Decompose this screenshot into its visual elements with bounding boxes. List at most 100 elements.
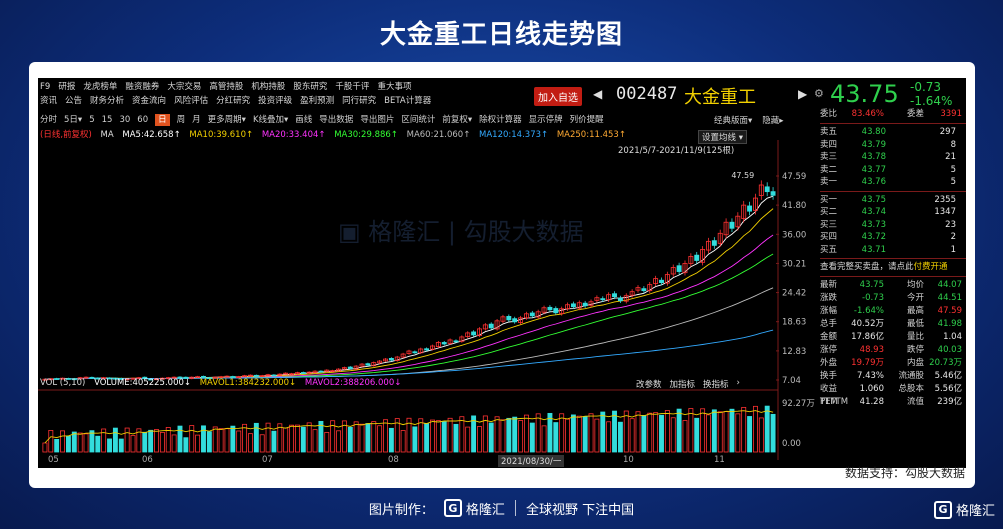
period-tab-3[interactable]: 15 — [102, 114, 113, 126]
bid-label-3: 买四 — [820, 232, 838, 242]
nav-item-row2-1[interactable]: 公告 — [65, 94, 82, 108]
footer-slogan: 全球视野 下注中国 — [525, 502, 635, 518]
period-tab-6[interactable]: 日 — [155, 114, 170, 126]
candle-body-47 — [318, 370, 324, 373]
bid-row-3: 买四 43.72 2 — [820, 231, 966, 244]
period-tab-17[interactable]: 显示停牌 — [529, 114, 563, 126]
vol-bar-115 — [717, 411, 723, 453]
period-tab-16[interactable]: 除权计算器 — [479, 114, 522, 126]
stat-row-2: 涨幅 -1.64% 最高 47.59 — [820, 305, 966, 318]
period-tab-15[interactable]: 前复权▾ — [442, 114, 472, 126]
period-tab-9[interactable]: 更多周期▾ — [208, 114, 246, 126]
vol-bar-24 — [183, 437, 189, 453]
period-tab-8[interactable]: 月 — [192, 114, 201, 126]
x-tick-4: 2021/08/30/一 — [498, 455, 565, 467]
stat-key2-7: 流通股 — [898, 371, 924, 381]
stock-code: 002487 — [616, 84, 678, 104]
vol-bar-98 — [617, 421, 623, 453]
set-ma-button[interactable]: 设置均线 ▾ — [698, 130, 747, 144]
layout-btn-0[interactable]: 经典版面▾ — [714, 114, 752, 126]
x-tick-1: 06 — [142, 455, 153, 465]
nav-item-row1-7[interactable]: 股东研究 — [293, 80, 327, 94]
nav-row-2: 资讯 公告 财务分析 资金流向 风险评估 分红研究 投资评级 盈利预测 同行研究 BETA计算器 — [40, 94, 520, 108]
nav-item-row2-9[interactable]: BETA计算器 — [384, 94, 431, 108]
nav-item-row2-4[interactable]: 风险评估 — [174, 94, 208, 108]
vol-bar-37 — [259, 434, 265, 453]
period-tab-18[interactable]: 列价提醒 — [570, 114, 604, 126]
pay-link[interactable]: 付费开通 — [914, 262, 948, 272]
vol-bar-56 — [371, 421, 377, 453]
nav-item-row2-5[interactable]: 分红研究 — [216, 94, 250, 108]
nav-item-row1-5[interactable]: 高管持股 — [209, 80, 243, 94]
candle-body-117 — [729, 221, 735, 229]
next-stock-icon[interactable]: ▶ — [798, 87, 807, 101]
vol-btn-3[interactable]: › — [737, 378, 740, 390]
period-tab-5[interactable]: 60 — [137, 114, 148, 126]
nav-item-row2-8[interactable]: 同行研究 — [342, 94, 376, 108]
volume-legend: VOL (5,10) VOLUME:405225.000↓ MAVOL1:384… — [40, 378, 407, 388]
period-tab-0[interactable]: 分时 — [40, 114, 57, 126]
x-tick-0: 05 — [48, 455, 59, 465]
period-tab-14[interactable]: 区间统计 — [401, 114, 435, 126]
candle-body-87 — [553, 308, 559, 314]
y-tick-7: 7.04 — [782, 376, 801, 386]
ask-price-4: 43.76 — [861, 177, 886, 187]
layout-btn-1[interactable]: 隐藏▸ — [762, 114, 783, 126]
add-favorite-button[interactable]: 加入自选 — [534, 87, 582, 106]
candle-body-98 — [617, 297, 623, 302]
stat-row-8: 收益TTM 1.060 总股本 5.56亿 — [820, 383, 966, 407]
prev-stock-icon[interactable]: ◀ — [593, 87, 602, 101]
vol-btn-2[interactable]: 换指标 — [703, 378, 729, 390]
nav-item-row1-9[interactable]: 重大事项 — [377, 80, 411, 94]
vol-bar-68 — [441, 421, 447, 453]
nav-item-row1-4[interactable]: 大宗交易 — [167, 80, 201, 94]
period-tab-1[interactable]: 5日▾ — [64, 114, 82, 126]
kline-chart[interactable]: 47.59 41.80 36.00 30.21 24.42 18.63 12.83 7.04 ▣… — [38, 140, 820, 460]
vol-bar-107 — [670, 417, 676, 453]
period-tab-13[interactable]: 导出图片 — [360, 114, 394, 126]
period-tab-11[interactable]: 画线 — [295, 114, 312, 126]
nav-item-row1-6[interactable]: 机构持股 — [251, 80, 285, 94]
y-tick-3: 30.21 — [782, 259, 806, 269]
vol-bar-83 — [529, 422, 535, 453]
nav-item-row2-6[interactable]: 投资评级 — [258, 94, 292, 108]
period-tab-7[interactable]: 周 — [177, 114, 186, 126]
vol-btn-1[interactable]: 加指标 — [670, 378, 696, 390]
chart-card: F9 研报 龙虎榜单 融资融券 大宗交易 高管持股 机构持股 股东研究 千股千评 重大事项 资讯公… — [29, 62, 975, 488]
stat-val-9: 41.28 — [859, 397, 884, 407]
vol-bar-5 — [71, 431, 77, 453]
nav-item-row1-0[interactable]: F9 — [40, 80, 50, 94]
nav-item-row2-3[interactable]: 资金流向 — [132, 94, 166, 108]
nav-row-1: F9 研报 龙虎榜单 融资融券 大宗交易 高管持股 机构持股 股东研究 千股千评 重大事项 — [40, 80, 520, 94]
bid-price-0: 43.75 — [861, 194, 886, 205]
bid-vol-1: 1347 — [934, 207, 956, 217]
ask-vol-0: 297 — [939, 127, 956, 137]
nav-item-row1-2[interactable]: 龙虎榜单 — [83, 80, 117, 94]
nav-item-row1-1[interactable]: 研报 — [58, 80, 75, 94]
period-tab-4[interactable]: 30 — [119, 114, 130, 126]
vol-bar-35 — [248, 433, 253, 453]
candle-body-114 — [711, 240, 717, 246]
ask-label-1: 卖四 — [820, 139, 838, 150]
nav-item-row2-7[interactable]: 盈利预测 — [300, 94, 334, 108]
candle-body-39 — [271, 374, 277, 377]
vol-bar-93 — [588, 413, 594, 453]
bid-vol-4: 1 — [950, 244, 956, 255]
layout-toolbar: 经典版面▾ 隐藏▸ — [714, 114, 784, 126]
weibi-key2-0: 委差 — [906, 109, 924, 119]
period-tab-12[interactable]: 导出数据 — [319, 114, 353, 126]
vol-bar-109 — [682, 420, 688, 453]
bid-price-2: 43.73 — [861, 219, 886, 230]
nav-item-row1-8[interactable]: 千股千评 — [335, 80, 369, 94]
vol-btn-0[interactable]: 改参数 — [636, 378, 662, 390]
footer-divider — [514, 500, 516, 516]
vol-bar-114 — [711, 409, 717, 453]
stat-val-6: 19.79万 — [851, 358, 884, 368]
settings-icon[interactable]: ⚙ — [814, 87, 824, 100]
nav-item-row2-2[interactable]: 财务分析 — [90, 94, 124, 108]
period-tab-10[interactable]: K线叠加▾ — [253, 114, 288, 126]
nav-item-row2-0[interactable]: 资讯 — [40, 94, 57, 108]
period-tab-2[interactable]: 5 — [89, 114, 94, 126]
nav-item-row1-3[interactable]: 融资融券 — [125, 80, 159, 94]
weibi-val2-0: 3391 — [940, 109, 962, 119]
